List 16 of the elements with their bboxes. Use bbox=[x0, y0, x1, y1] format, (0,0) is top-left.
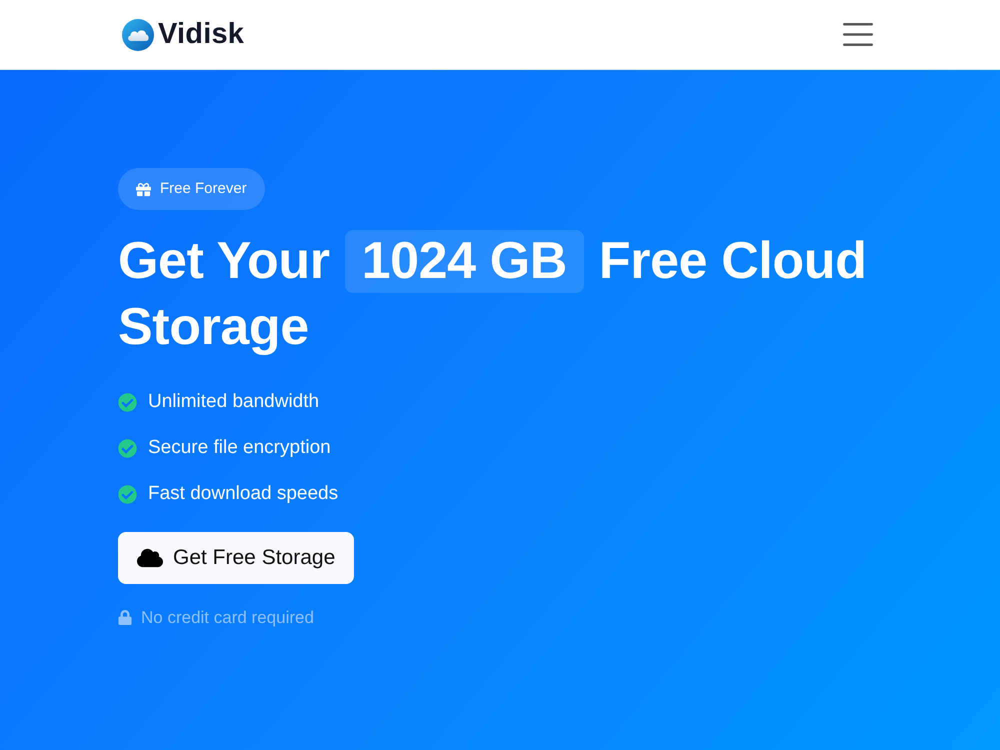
free-forever-badge: Free Forever bbox=[118, 168, 265, 210]
feature-text: Secure file encryption bbox=[148, 436, 331, 460]
headline-text: Storage bbox=[118, 297, 309, 358]
headline-text: Free Cloud bbox=[598, 231, 867, 292]
storage-amount-highlight: 1024 GB bbox=[344, 230, 584, 292]
cloud-logo-icon bbox=[122, 18, 154, 50]
menu-icon bbox=[843, 23, 873, 46]
logo-link[interactable]: Vidisk bbox=[122, 18, 244, 50]
get-free-storage-button[interactable]: Get Free Storage bbox=[118, 532, 354, 584]
feature-text: Unlimited bandwidth bbox=[148, 390, 320, 414]
menu-button[interactable] bbox=[842, 20, 874, 48]
headline-text: Get Your bbox=[118, 231, 330, 292]
gift-icon bbox=[136, 182, 151, 196]
feature-text: Fast download speeds bbox=[148, 482, 338, 506]
no-credit-card-note: No credit card required bbox=[141, 607, 314, 629]
lock-icon bbox=[118, 610, 132, 626]
